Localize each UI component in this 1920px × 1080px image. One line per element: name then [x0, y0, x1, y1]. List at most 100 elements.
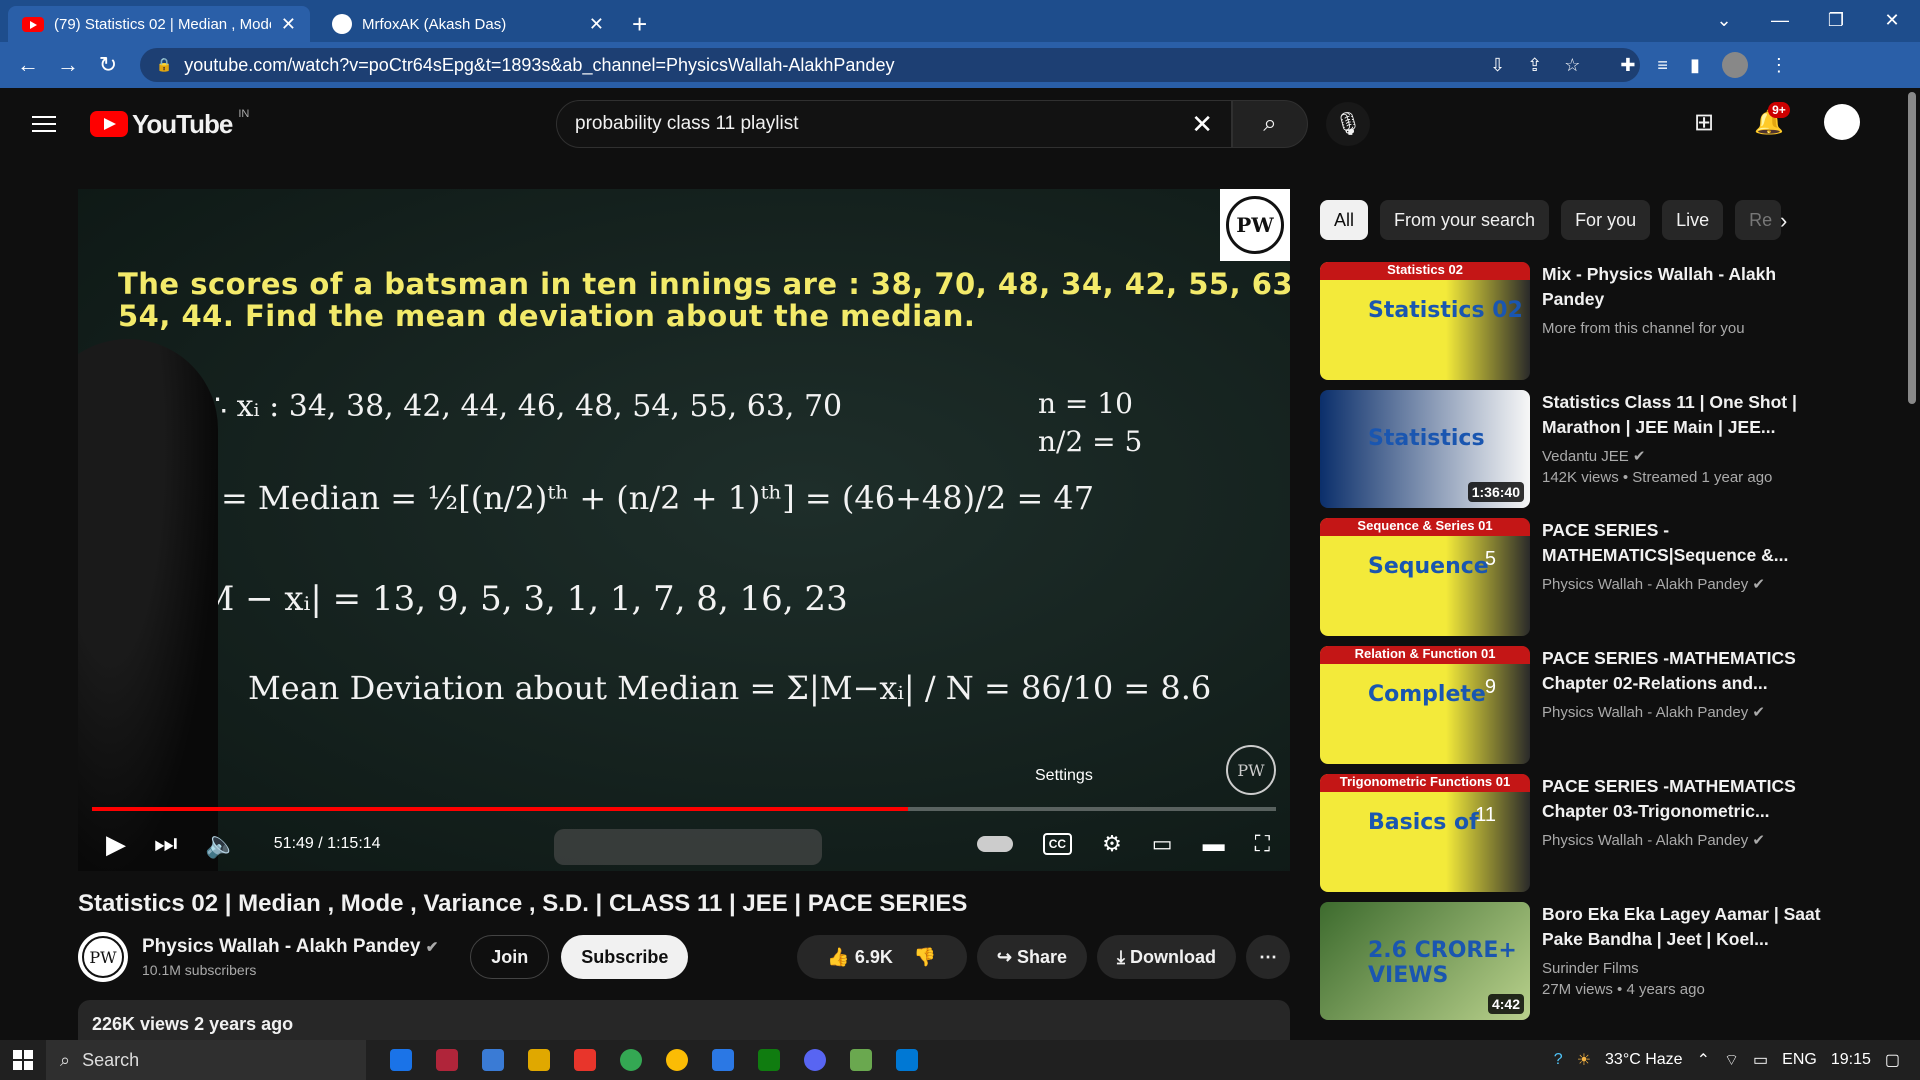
subtitles-button[interactable]: CC — [1042, 833, 1073, 855]
tab-youtube[interactable]: (79) Statistics 02 | Median , Mode ✕ — [8, 6, 310, 42]
recommendation-title[interactable]: Mix - Physics Wallah - Alakh Pandey — [1542, 262, 1842, 312]
menu-hamburger-icon[interactable] — [32, 111, 56, 137]
recommendation-item[interactable]: Relation & Function 01 Complete 9 PACE SERI… — [1320, 646, 1860, 764]
play-icon[interactable]: ▶ — [106, 829, 126, 860]
clock[interactable]: 19:15 — [1831, 1051, 1871, 1069]
file-explorer-icon[interactable] — [528, 1049, 550, 1071]
channel-name[interactable]: Physics Wallah - Alakh Pandey ✔ — [142, 936, 438, 958]
video-player[interactable]: The scores of a batsman in ten innings a… — [78, 189, 1290, 871]
recommendation-item[interactable]: Statistics 1:36:40 Statistics Class 11 | O… — [1320, 390, 1860, 508]
recommendation-item[interactable]: Trigonometric Functions 01 Basics of 11 PAC… — [1320, 774, 1860, 892]
chips-next-icon[interactable]: › — [1780, 208, 1787, 234]
mail-app-icon[interactable] — [436, 1049, 458, 1071]
close-tab-icon[interactable]: ✕ — [589, 14, 604, 35]
join-button[interactable]: Join — [470, 935, 550, 979]
side-panel-icon[interactable]: ▮ — [1690, 55, 1700, 76]
battery-icon[interactable]: ▭ — [1753, 1050, 1768, 1070]
recommendation-title[interactable]: PACE SERIES -MATHEMATICS Chapter 03-Trig… — [1542, 774, 1842, 824]
voice-search-icon[interactable]: 🎙 — [1326, 102, 1370, 146]
restore-icon[interactable]: ❐ — [1808, 0, 1864, 40]
youtube-logo[interactable]: YouTube IN — [90, 108, 249, 140]
video-thumbnail[interactable]: Relation & Function 01 Complete 9 — [1320, 646, 1530, 764]
volume-icon[interactable]: 🔈 — [205, 829, 237, 860]
show-hidden-icons-icon[interactable]: ⌃ — [1697, 1050, 1710, 1070]
teams-icon[interactable] — [712, 1049, 734, 1071]
chip-live[interactable]: Live — [1662, 200, 1724, 240]
install-icon[interactable]: ⇩ — [1490, 55, 1505, 76]
recommendation-title[interactable]: PACE SERIES -MATHEMATICS Chapter 02-Rela… — [1542, 646, 1842, 696]
page-scrollbar[interactable] — [1908, 92, 1916, 404]
settings-gear-icon[interactable]: ⚙ — [1102, 831, 1122, 857]
recommendation-title[interactable]: Statistics Class 11 | One Shot | Maratho… — [1542, 390, 1842, 440]
xbox-icon[interactable] — [758, 1049, 780, 1071]
back-icon[interactable]: ← — [8, 52, 48, 78]
taskbar-search[interactable]: ⌕ Search — [46, 1040, 366, 1080]
recommendation-item[interactable]: Sequence & Series 01 Sequence 5 PACE SERIES… — [1320, 518, 1860, 636]
close-tab-icon[interactable]: ✕ — [281, 14, 296, 35]
recommendation-title[interactable]: Boro Eka Eka Lagey Aamar | Saat Pake Ban… — [1542, 902, 1842, 952]
clear-search-icon[interactable]: ✕ — [1191, 109, 1213, 140]
account-avatar[interactable] — [1824, 104, 1860, 140]
thumbnail-headline: Statistics — [1368, 426, 1485, 451]
url-field[interactable]: 🔒 youtube.com/watch?v=poCtr64sEpg&t=1893… — [140, 48, 1640, 82]
video-thumbnail[interactable]: Statistics 02 Statistics 02 — [1320, 262, 1530, 380]
progress-bar[interactable] — [92, 807, 1276, 811]
chip-all[interactable]: All — [1320, 200, 1369, 240]
chrome-profile-icon[interactable] — [666, 1049, 688, 1071]
share-button[interactable]: ↪ Share — [976, 935, 1088, 979]
fullscreen-icon[interactable]: ⛶ — [1255, 831, 1270, 857]
weather-text[interactable]: 33°C Haze — [1605, 1051, 1683, 1069]
minimize-icon[interactable]: — — [1752, 0, 1808, 40]
edge-icon[interactable] — [390, 1049, 412, 1071]
bookmark-star-icon[interactable]: ☆ — [1564, 55, 1580, 76]
help-icon[interactable]: ? — [1554, 1051, 1563, 1069]
tab-search-icon[interactable]: ⌄ — [1696, 0, 1752, 40]
chip-from-your-search[interactable]: From your search — [1380, 200, 1550, 240]
thumbs-down-icon[interactable]: 👎 — [914, 947, 936, 968]
recommendation-item[interactable]: 2.6 CRORE+ VIEWS 4:42 Boro Eka Eka Lagey A… — [1320, 902, 1860, 1020]
wifi-icon[interactable]: ⌔ — [1724, 1050, 1739, 1070]
chip-partial[interactable]: Re — [1735, 200, 1782, 240]
recommendation-title[interactable]: PACE SERIES - MATHEMATICS|Sequence &... — [1542, 518, 1842, 568]
discord-icon[interactable] — [804, 1049, 826, 1071]
miniplayer-icon[interactable]: ▭ — [1152, 831, 1173, 857]
store-icon[interactable] — [482, 1049, 504, 1071]
video-thumbnail[interactable]: 2.6 CRORE+ VIEWS 4:42 — [1320, 902, 1530, 1020]
video-thumbnail[interactable]: Trigonometric Functions 01 Basics of 11 — [1320, 774, 1530, 892]
pw-watermark-icon[interactable]: PW — [1226, 745, 1276, 795]
video-thumbnail[interactable]: Sequence & Series 01 Sequence 5 — [1320, 518, 1530, 636]
menu-kebab-icon[interactable]: ⋮ — [1770, 55, 1788, 76]
media-control-icon[interactable]: ≡ — [1657, 55, 1668, 76]
extensions-icon[interactable]: ✚ — [1620, 55, 1635, 76]
notifications-bell-icon[interactable]: 🔔 9+ — [1754, 101, 1790, 137]
like-button[interactable]: 👍 6.9K — [827, 947, 892, 968]
language-indicator[interactable]: ENG — [1782, 1051, 1817, 1069]
forward-icon[interactable]: → — [48, 52, 88, 78]
channel-avatar[interactable]: PW — [78, 932, 128, 982]
search-button[interactable]: ⌕ — [1232, 100, 1308, 148]
tab-github[interactable]: MrfoxAK (Akash Das) ✕ — [318, 6, 618, 42]
share-page-icon[interactable]: ⇪ — [1527, 55, 1542, 76]
stack-app-icon[interactable] — [850, 1049, 872, 1071]
video-thumbnail[interactable]: Statistics 1:36:40 — [1320, 390, 1530, 508]
reload-icon[interactable]: ↻ — [88, 52, 128, 78]
new-tab-button[interactable]: + — [632, 6, 647, 42]
subscribe-button[interactable]: Subscribe — [561, 935, 689, 979]
thumbnail-headline: Sequence — [1368, 554, 1489, 579]
autoplay-toggle[interactable] — [976, 836, 1013, 852]
more-actions-icon[interactable]: ⋯ — [1246, 935, 1290, 979]
create-video-icon[interactable]: ⊞ — [1694, 108, 1714, 137]
chrome-icon[interactable] — [620, 1049, 642, 1071]
search-input[interactable]: probability class 11 playlist ✕ — [556, 100, 1232, 148]
next-icon[interactable]: ⏭ — [154, 828, 177, 860]
download-button[interactable]: ⤓ Download — [1097, 935, 1236, 979]
start-button[interactable] — [0, 1040, 46, 1080]
close-window-icon[interactable]: ✕ — [1864, 0, 1920, 40]
chip-for-you[interactable]: For you — [1561, 200, 1651, 240]
vscode-icon[interactable] — [896, 1049, 918, 1071]
recommendation-item[interactable]: Statistics 02 Statistics 02 Mix - Physics … — [1320, 262, 1860, 380]
anydesk-icon[interactable] — [574, 1049, 596, 1071]
theater-mode-icon[interactable]: ▬ — [1203, 831, 1225, 857]
profile-avatar[interactable] — [1721, 52, 1748, 78]
notifications-center-icon[interactable]: ▢ — [1885, 1050, 1900, 1070]
